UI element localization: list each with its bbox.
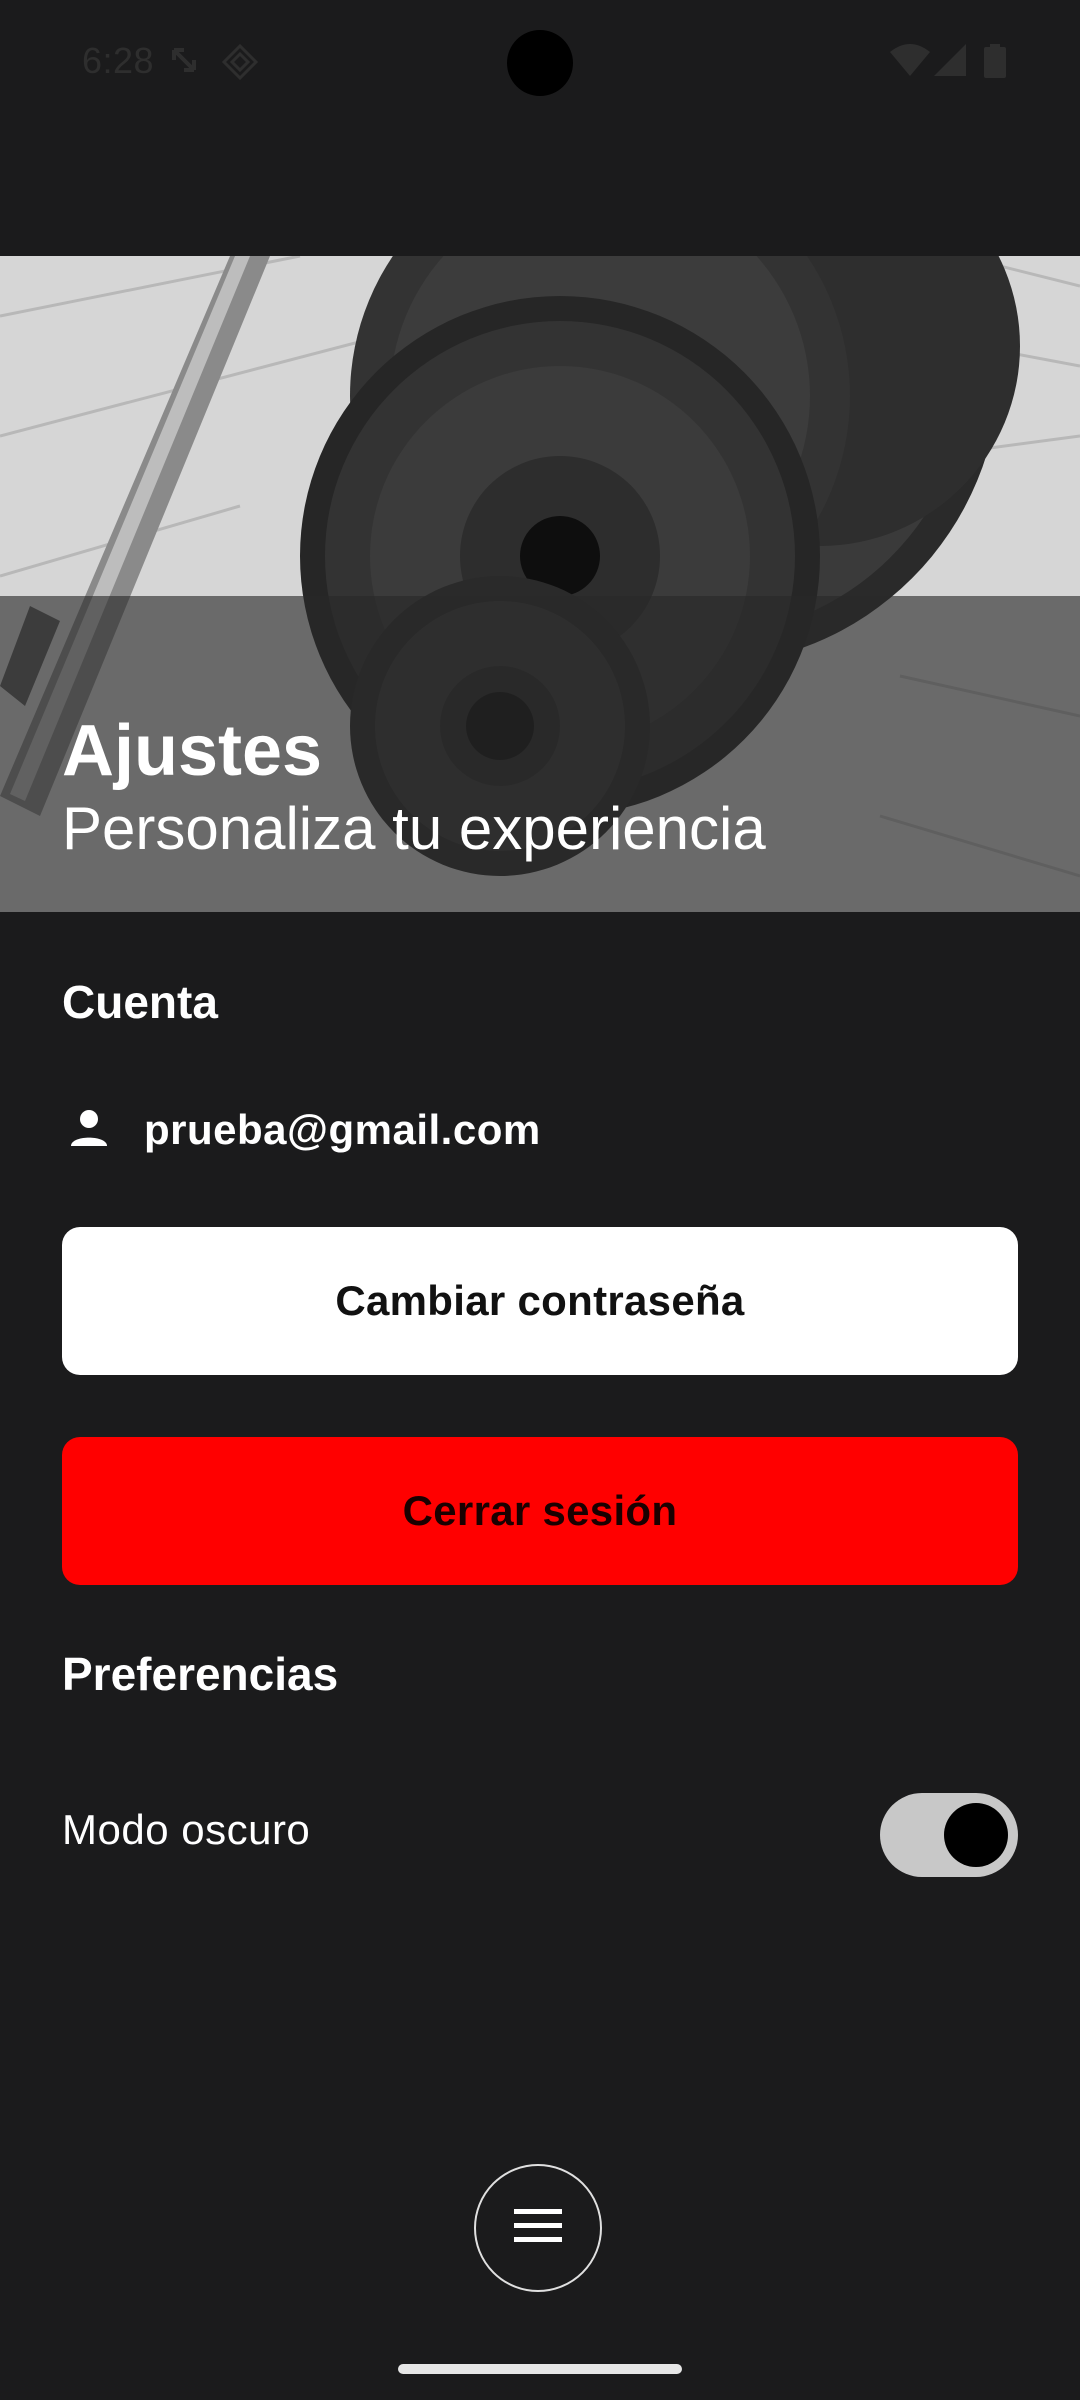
person-icon — [62, 1101, 116, 1160]
account-section-heading: Cuenta — [62, 976, 218, 1028]
logout-button[interactable]: Cerrar sesión — [62, 1437, 1018, 1585]
status-bar: 6:28 — [0, 0, 1080, 130]
page-subtitle: Personaliza tu experiencia — [62, 795, 766, 862]
wifi-icon — [890, 44, 930, 81]
signal-icon — [934, 44, 966, 81]
account-email-row: prueba@gmail.com — [62, 1100, 541, 1160]
preferences-section-heading: Preferencias — [62, 1648, 339, 1700]
location-diamond-icon — [221, 43, 259, 85]
dark-mode-toggle[interactable] — [880, 1793, 1018, 1877]
status-time: 6:28 — [82, 40, 155, 81]
account-email: prueba@gmail.com — [144, 1106, 541, 1153]
battery-icon — [984, 44, 1006, 83]
settings-screen: 6:28 Ajustes Personaliza tu experiencia … — [0, 0, 1080, 2400]
header-banner: Ajustes Personaliza tu experiencia — [0, 256, 1080, 912]
change-password-button[interactable]: Cambiar contraseña — [62, 1227, 1018, 1375]
hamburger-menu-icon — [512, 2206, 564, 2251]
camera-cutout — [507, 30, 573, 96]
dark-mode-toggle-knob — [944, 1803, 1008, 1867]
menu-button[interactable] — [474, 2164, 602, 2292]
screen-rotate-icon — [166, 44, 202, 85]
dark-mode-label: Modo oscuro — [62, 1806, 311, 1853]
home-indicator[interactable] — [398, 2364, 682, 2374]
page-title: Ajustes — [62, 711, 323, 791]
